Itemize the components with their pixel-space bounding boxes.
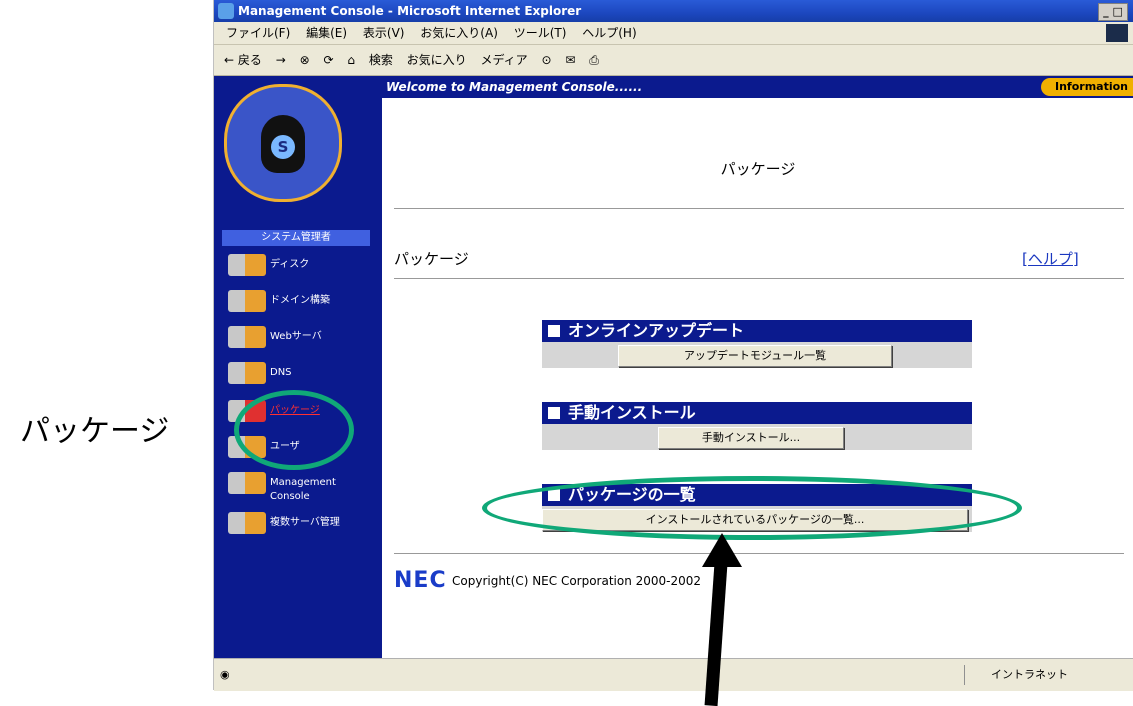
history-icon[interactable]: ⊙: [542, 53, 552, 67]
back-button[interactable]: ← 戻る: [224, 53, 262, 67]
update-module-list-button[interactable]: アップデートモジュール一覧: [618, 345, 892, 367]
section-manual-install: 手動インストール 手動インストール...: [542, 402, 972, 450]
annotation-circle-sidebar: [234, 390, 354, 470]
dns-icon: [228, 362, 266, 384]
sidebar-item-disk[interactable]: ディスク: [228, 252, 378, 278]
square-icon: [548, 325, 560, 337]
multi-server-icon: [228, 512, 266, 534]
annotation-label: パッケージ: [20, 414, 170, 449]
toolbar: ← 戻る → ⊗ ⟳ ⌂ 検索 お気に入り メディア ⊙ ✉ ⎙: [214, 45, 1133, 76]
section-online-update: オンラインアップデート アップデートモジュール一覧: [542, 320, 972, 368]
print-icon[interactable]: ⎙: [589, 53, 599, 67]
sidebar-item-multi-server[interactable]: 複数サーバ管理: [228, 510, 378, 536]
page-content: S システム管理者 ディスク ドメイン構築 Webサーバ DNS パッケージ ユ…: [214, 76, 1133, 658]
home-icon[interactable]: ⌂: [347, 53, 355, 67]
mail-icon[interactable]: ✉: [565, 53, 575, 67]
status-bar: ◉ イントラネット: [214, 658, 1133, 691]
security-zone: イントラネット: [964, 665, 1133, 685]
divider: [394, 208, 1124, 209]
forward-button[interactable]: →: [276, 53, 286, 67]
welcome-banner: Welcome to Management Console...... Info…: [382, 76, 1133, 98]
webserver-icon: [228, 326, 266, 348]
logo-letter: S: [271, 135, 295, 159]
annotation-circle-button: [482, 476, 1022, 540]
disk-icon: [228, 254, 266, 276]
windows-logo-icon: [1106, 24, 1128, 42]
main-panel: パッケージ パッケージ [ヘルプ] オンラインアップデート アップデートモジュー…: [382, 98, 1133, 658]
section-header: オンラインアップデート: [542, 320, 972, 342]
refresh-icon[interactable]: ⟳: [323, 53, 333, 67]
page-icon: ◉: [220, 668, 230, 681]
window-title: Management Console - Microsoft Internet …: [238, 4, 582, 18]
nec-logo: NEC: [394, 568, 447, 593]
square-icon: [548, 407, 560, 419]
menu-edit[interactable]: 編集(E): [306, 26, 347, 40]
stop-icon[interactable]: ⊗: [300, 53, 310, 67]
window-controls[interactable]: _ □ ×: [1098, 3, 1128, 34]
console-icon: [228, 472, 266, 494]
title-bar: Management Console - Microsoft Internet …: [214, 0, 1133, 34]
page-title: パッケージ: [720, 160, 796, 178]
sidebar-item-webserver[interactable]: Webサーバ: [228, 324, 378, 350]
subheading: パッケージ: [394, 250, 469, 268]
management-console-logo: S: [224, 84, 342, 202]
menu-file[interactable]: ファイル(F): [226, 26, 290, 40]
menu-bar: ファイル(F) 編集(E) 表示(V) お気に入り(A) ツール(T) ヘルプ(…: [214, 22, 1133, 45]
menu-help[interactable]: ヘルプ(H): [582, 26, 636, 40]
section-header: 手動インストール: [542, 402, 972, 424]
menu-tools[interactable]: ツール(T): [514, 26, 567, 40]
divider: [394, 278, 1124, 279]
help-link[interactable]: [ヘルプ]: [1022, 248, 1079, 269]
sidebar: S システム管理者 ディスク ドメイン構築 Webサーバ DNS パッケージ ユ…: [214, 76, 382, 658]
information-button[interactable]: Information: [1041, 78, 1133, 96]
sidebar-item-domain[interactable]: ドメイン構築: [228, 288, 378, 314]
search-button[interactable]: 検索: [369, 53, 393, 67]
favorites-button[interactable]: お気に入り: [407, 53, 467, 67]
browser-window: Management Console - Microsoft Internet …: [213, 0, 1133, 691]
menu-favorites[interactable]: お気に入り(A): [420, 26, 498, 40]
ie-icon: [218, 3, 234, 19]
sidebar-item-management-console[interactable]: Management Console: [228, 470, 378, 510]
divider: [394, 553, 1124, 554]
copyright: Copyright(C) NEC Corporation 2000-2002: [452, 574, 702, 588]
manual-install-button[interactable]: 手動インストール...: [658, 427, 844, 449]
domain-icon: [228, 290, 266, 312]
menu-view[interactable]: 表示(V): [363, 26, 405, 40]
sidebar-section-title: システム管理者: [222, 230, 370, 246]
media-button[interactable]: メディア: [481, 53, 528, 67]
welcome-text: Welcome to Management Console......: [386, 80, 643, 94]
sidebar-item-dns[interactable]: DNS: [228, 360, 378, 386]
